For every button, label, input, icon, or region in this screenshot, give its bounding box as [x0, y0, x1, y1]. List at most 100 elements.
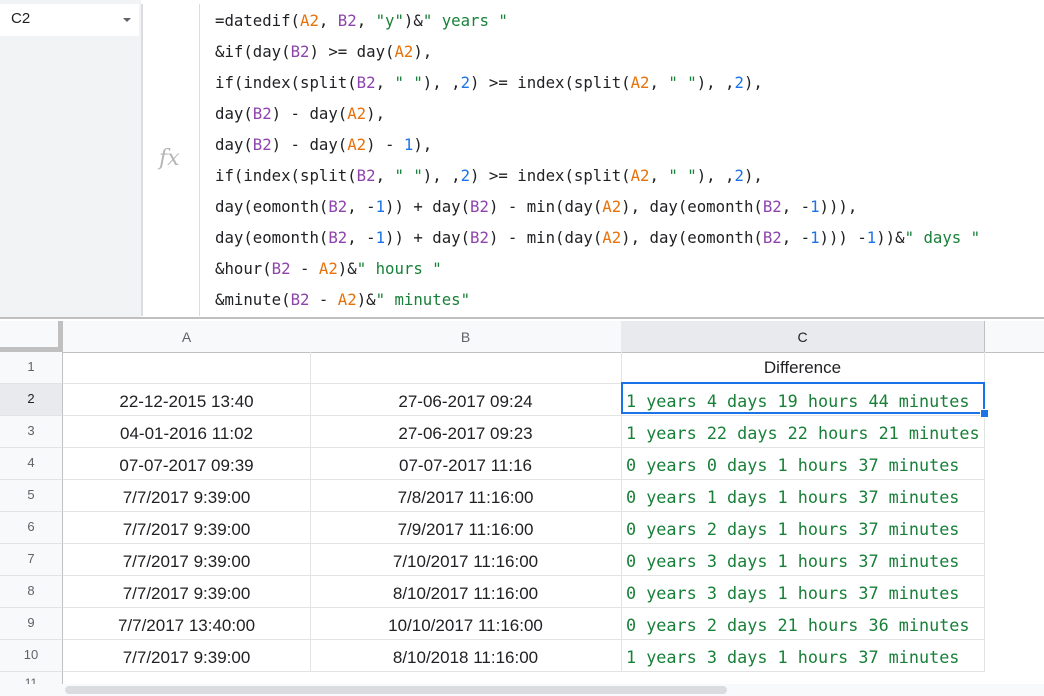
formula-token: " days " [904, 228, 981, 247]
formula-token: A2 [347, 135, 367, 154]
cell-c1[interactable]: Difference [621, 352, 985, 384]
cell-b2[interactable]: 27-06-2017 09:24 [310, 384, 622, 416]
row-header-8[interactable]: 8 [0, 576, 63, 608]
cell-c7[interactable]: 0 years 3 days 1 hours 37 minutes [621, 544, 985, 576]
formula-token: B2 [356, 166, 376, 185]
formula-token: , [375, 166, 395, 185]
formula-input[interactable]: =datedif(A2, B2, "y")&" years " &if(day(B… [215, 9, 980, 319]
formula-token: ) - [366, 135, 404, 154]
formula-line: day(eomonth(B2, -1)) + day(B2) - min(day… [215, 195, 980, 226]
formula-token: - [309, 290, 338, 309]
formula-token: 2 [460, 166, 471, 185]
formula-token: ), [413, 42, 433, 61]
formula-token: ))& [876, 228, 905, 247]
chevron-down-icon[interactable] [123, 18, 131, 22]
cell-b8[interactable]: 8/10/2017 11:16:00 [310, 576, 622, 608]
formula-token: day( [215, 104, 253, 123]
row-header-1[interactable]: 1 [0, 352, 63, 384]
cell-b6[interactable]: 7/9/2017 11:16:00 [310, 512, 622, 544]
row-header-11[interactable]: 11 [0, 672, 63, 684]
row-header-3[interactable]: 3 [0, 416, 63, 448]
formula-token: ), , [422, 166, 461, 185]
cell-b10[interactable]: 8/10/2018 11:16:00 [310, 640, 622, 672]
formula-token: ))) [819, 228, 848, 247]
cell-a5[interactable]: 7/7/2017 9:39:00 [63, 480, 311, 512]
cell-b1[interactable] [310, 352, 622, 384]
cell-a10[interactable]: 7/7/2017 9:39:00 [63, 640, 311, 672]
formula-line: day(B2) - day(A2), [215, 102, 980, 133]
formula-token: , - [781, 228, 811, 247]
cell-c8[interactable]: 0 years 3 days 1 hours 37 minutes [621, 576, 985, 608]
formula-token: day(eomonth( [215, 197, 329, 216]
cell-b9[interactable]: 10/10/2017 11:16:00 [310, 608, 622, 640]
formula-token: ) >= day( [309, 42, 395, 61]
name-box-area [0, 0, 141, 318]
formula-token: 1 [866, 228, 877, 247]
formula-token: ), , [422, 73, 461, 92]
formula-token: ), [413, 135, 433, 154]
formula-line: if(index(split(B2, " "), ,2) >= index(sp… [215, 71, 980, 102]
row-header-9[interactable]: 9 [0, 608, 63, 640]
cell-a2[interactable]: 22-12-2015 13:40 [63, 384, 311, 416]
formula-token: ) >= index(split( [470, 166, 631, 185]
name-box-value[interactable]: C2 [11, 10, 30, 27]
formula-token: B2 [290, 42, 310, 61]
cell-b5[interactable]: 7/8/2017 11:16:00 [310, 480, 622, 512]
column-header-b[interactable]: B [310, 321, 622, 353]
formula-token: 2 [460, 73, 471, 92]
row-header-6[interactable]: 6 [0, 512, 63, 544]
formula-token: 1 [810, 228, 820, 247]
formula-token: 2 [734, 166, 744, 185]
cell-c10[interactable]: 1 years 3 days 1 hours 37 minutes [621, 640, 985, 672]
cell-c6[interactable]: 0 years 2 days 1 hours 37 minutes [621, 512, 985, 544]
formula-token: if(index(split( [215, 166, 357, 185]
formula-line: day(eomonth(B2, -1)) + day(B2) - min(day… [215, 226, 980, 257]
formula-token: A2 [630, 73, 650, 92]
formula-token: ), [743, 73, 763, 92]
formula-token: , - [347, 228, 376, 247]
cell-c4[interactable]: 0 years 0 days 1 hours 37 minutes [621, 448, 985, 480]
formula-token: ), [366, 104, 386, 123]
column-header-c[interactable]: C [621, 321, 985, 353]
cell-a1[interactable] [63, 352, 311, 384]
cell-b4[interactable]: 07-07-2017 11:16 [310, 448, 622, 480]
formula-token: " hours " [356, 259, 442, 278]
row-header-4[interactable]: 4 [0, 448, 63, 480]
row-header-10[interactable]: 10 [0, 640, 63, 672]
formula-token: B2 [762, 228, 782, 247]
row-header-7[interactable]: 7 [0, 544, 63, 576]
formula-token: if(index(split( [215, 73, 357, 92]
row-header-5[interactable]: 5 [0, 480, 63, 512]
row-header-2[interactable]: 2 [0, 384, 63, 416]
formula-token: ) - day( [271, 104, 348, 123]
formula-token: B2 [762, 197, 782, 216]
cell-a4[interactable]: 07-07-2017 09:39 [63, 448, 311, 480]
formula-token: " " [394, 166, 423, 185]
fx-icon: fx [159, 146, 180, 171]
cell-b3[interactable]: 27-06-2017 09:23 [310, 416, 622, 448]
formula-token: 1 [810, 197, 820, 216]
cell-b7[interactable]: 7/10/2017 11:16:00 [310, 544, 622, 576]
formula-token: " years " [422, 11, 508, 30]
cell-a6[interactable]: 7/7/2017 9:39:00 [63, 512, 311, 544]
formula-token: ) >= index(split( [470, 73, 631, 92]
cell-a3[interactable]: 04-01-2016 11:02 [63, 416, 311, 448]
cell-c5[interactable]: 0 years 1 days 1 hours 37 minutes [621, 480, 985, 512]
fill-handle[interactable] [980, 409, 989, 418]
formula-token: A2 [602, 228, 622, 247]
cell-a7[interactable]: 7/7/2017 9:39:00 [63, 544, 311, 576]
cell-c2[interactable]: 1 years 4 days 19 hours 44 minutes [621, 384, 985, 416]
formula-token: A2 [630, 166, 650, 185]
column-header-filler [985, 321, 1044, 353]
horizontal-scrollbar-thumb[interactable] [65, 686, 727, 694]
formula-token: )) + day( [385, 197, 471, 216]
formula-token: )& [356, 290, 376, 309]
formula-token: A2 [394, 42, 414, 61]
cell-c3[interactable]: 1 years 22 days 22 hours 21 minutes [621, 416, 985, 448]
cell-a8[interactable]: 7/7/2017 9:39:00 [63, 576, 311, 608]
cell-a9[interactable]: 7/7/2017 13:40:00 [63, 608, 311, 640]
formula-token: =datedif( [215, 11, 301, 30]
cell-c9[interactable]: 0 years 2 days 21 hours 36 minutes [621, 608, 985, 640]
formula-token: &if(day( [215, 42, 291, 61]
column-header-a[interactable]: A [63, 321, 311, 353]
